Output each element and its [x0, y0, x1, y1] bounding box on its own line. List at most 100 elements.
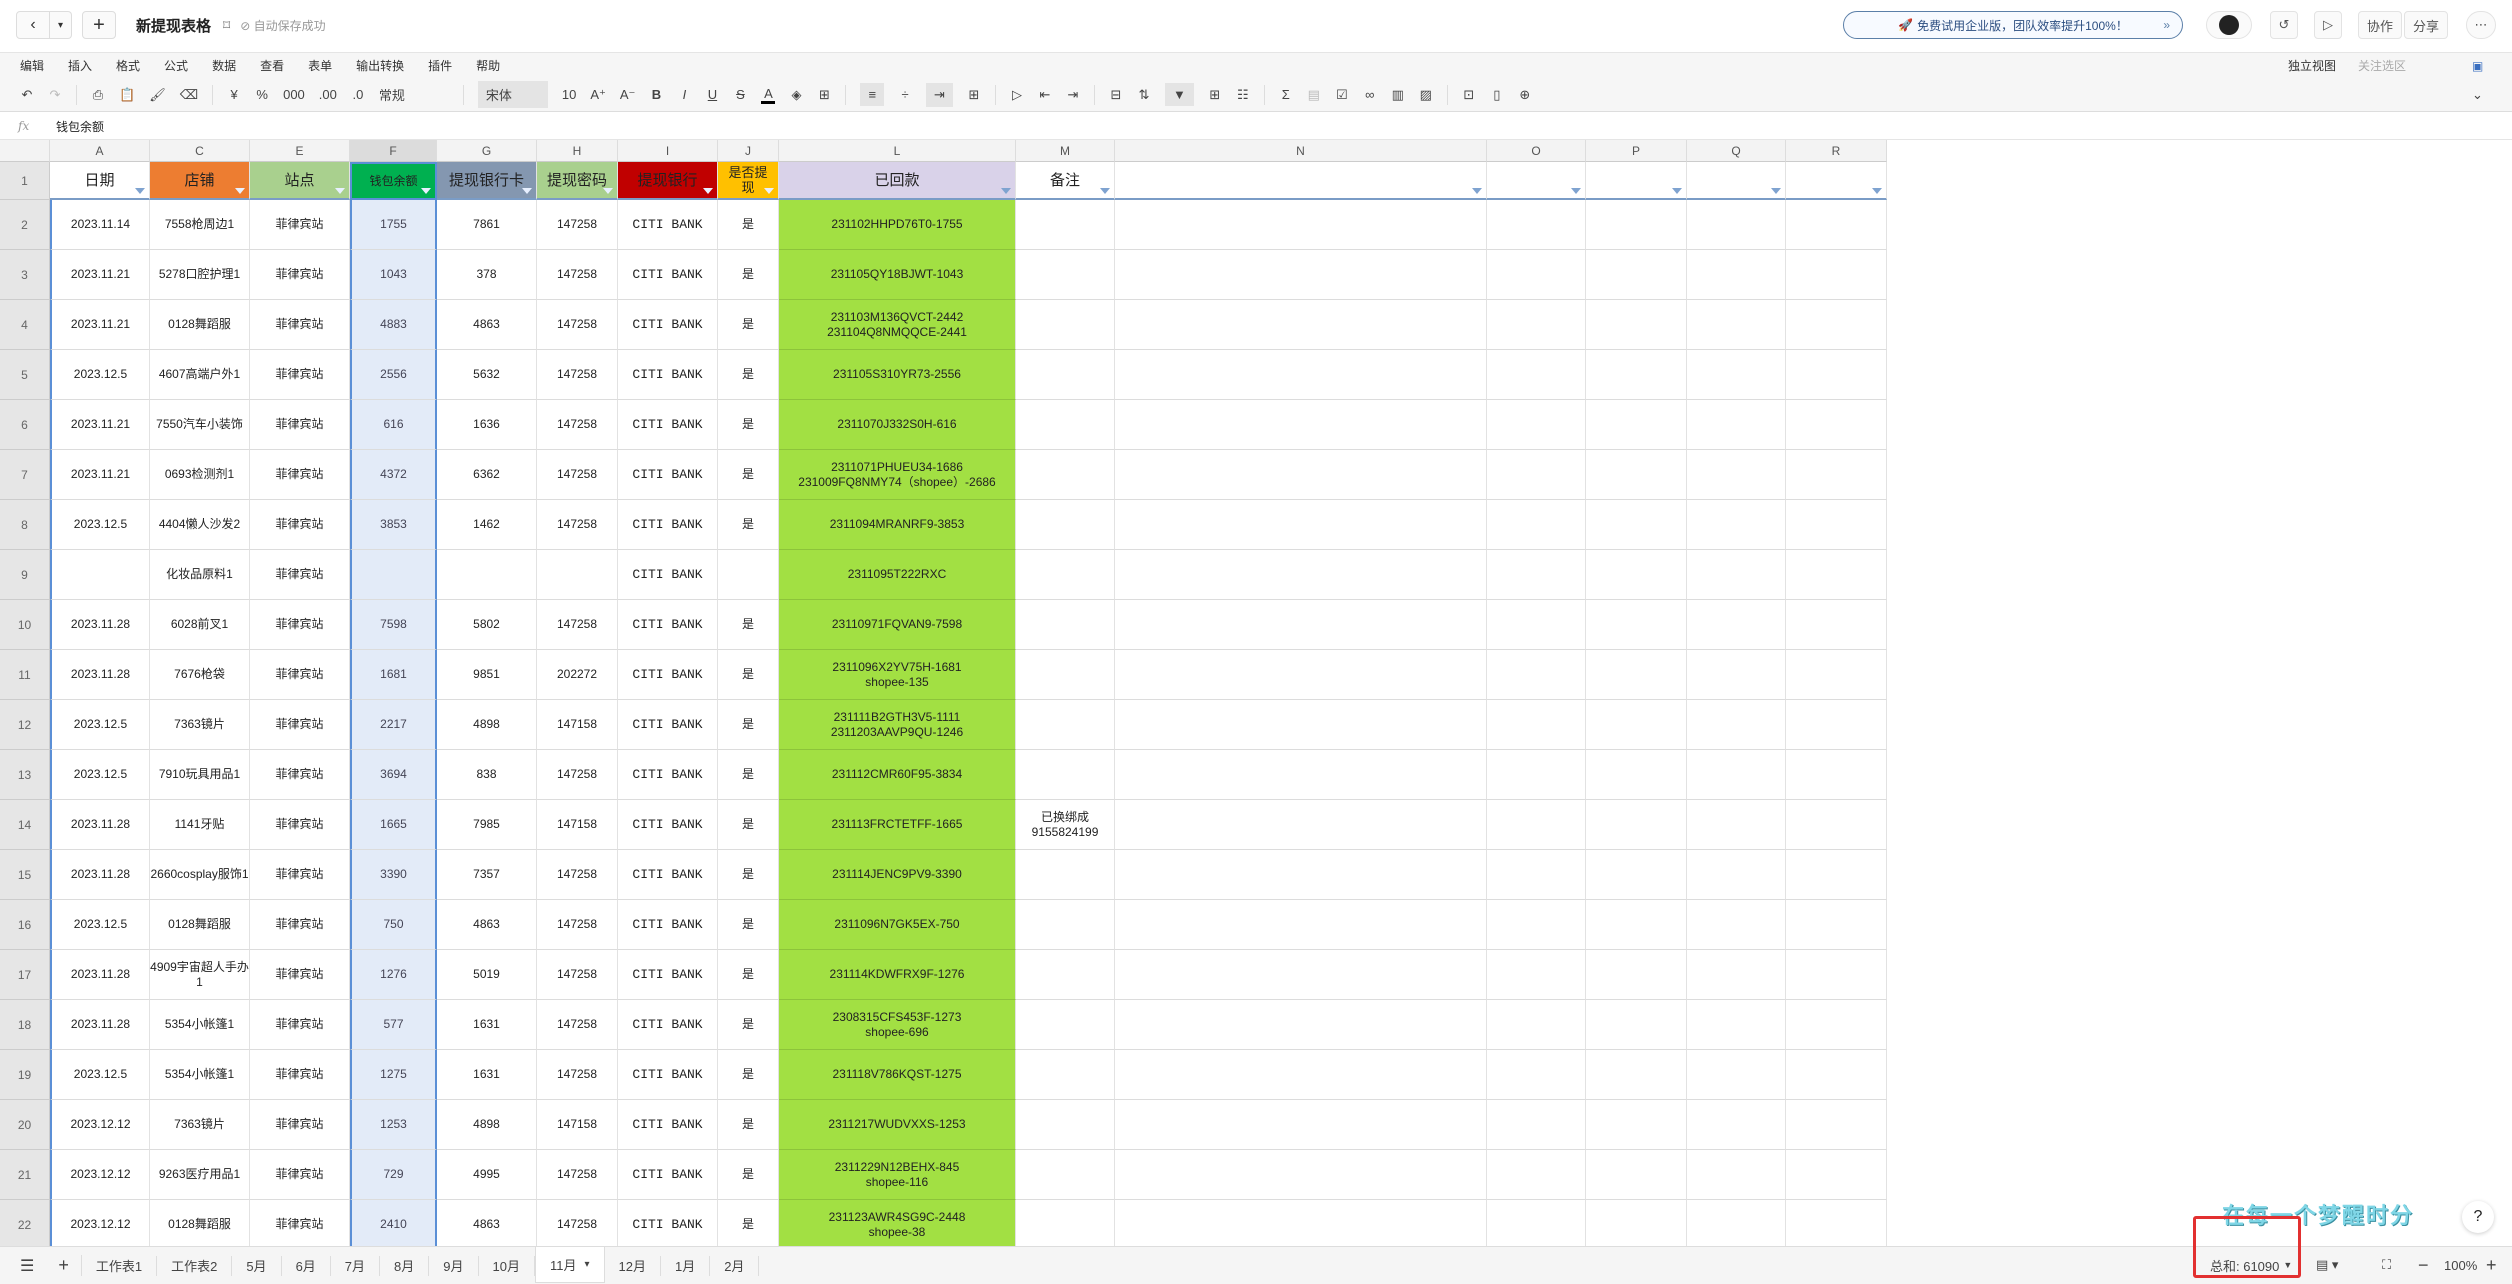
cell-l[interactable]: 231102HHPD76T0-1755 [779, 200, 1016, 250]
cell-h[interactable]: 147258 [537, 950, 618, 1000]
cell-i[interactable]: CITI BANK [618, 900, 718, 950]
cell-p[interactable] [1586, 850, 1687, 900]
save-icon[interactable]: ▯ [1490, 87, 1504, 103]
menu-item[interactable]: 公式 [164, 57, 188, 74]
cell-p[interactable] [1586, 650, 1687, 700]
cell-m[interactable] [1016, 350, 1115, 400]
cell-c[interactable]: 5278口腔护理1 [150, 250, 250, 300]
cell-o[interactable] [1487, 800, 1586, 850]
header-cell-e[interactable]: 站点 [250, 162, 350, 200]
cell-f[interactable]: 1253 [350, 1100, 437, 1150]
cell-o[interactable] [1487, 1200, 1586, 1250]
cell-m[interactable] [1016, 1150, 1115, 1200]
cell-p[interactable] [1586, 1100, 1687, 1150]
function-icon[interactable]: ▤ [1307, 87, 1321, 103]
history-dropdown-button[interactable]: ▾ [50, 11, 72, 39]
cell-q[interactable] [1687, 1050, 1786, 1100]
cell-c[interactable]: 化妆品原料1 [150, 550, 250, 600]
number-format-select[interactable]: 常规 [379, 85, 449, 104]
cell-f[interactable]: 1043 [350, 250, 437, 300]
header-cell-r[interactable] [1786, 162, 1887, 200]
cell-q[interactable] [1687, 900, 1786, 950]
cell-a[interactable]: 2023.11.21 [50, 300, 150, 350]
cell-f[interactable]: 577 [350, 1000, 437, 1050]
filter-icon[interactable] [335, 188, 345, 194]
cell-n[interactable] [1115, 1100, 1487, 1150]
cell-p[interactable] [1586, 200, 1687, 250]
cell-e[interactable]: 菲律宾站 [250, 1150, 350, 1200]
cell-p[interactable] [1586, 600, 1687, 650]
cell-m[interactable] [1016, 900, 1115, 950]
cell-p[interactable] [1586, 250, 1687, 300]
cell-f[interactable]: 1681 [350, 650, 437, 700]
cell-m[interactable]: 已换绑成 9155824199 [1016, 800, 1115, 850]
promo-banner[interactable]: 🚀 免费试用企业版，团队效率提升100%！ » [1843, 11, 2183, 39]
cell-q[interactable] [1687, 550, 1786, 600]
header-cell-o[interactable] [1487, 162, 1586, 200]
cell-j[interactable]: 是 [718, 950, 779, 1000]
cell-g[interactable]: 4898 [437, 1100, 537, 1150]
row-header[interactable]: 21 [0, 1150, 50, 1200]
cell-h[interactable]: 147258 [537, 1200, 618, 1250]
decrease-decimal-button[interactable]: .0 [351, 87, 365, 102]
cell-f[interactable]: 1275 [350, 1050, 437, 1100]
cell-q[interactable] [1687, 700, 1786, 750]
cell-p[interactable] [1586, 750, 1687, 800]
cell-n[interactable] [1115, 800, 1487, 850]
cell-o[interactable] [1487, 1000, 1586, 1050]
cell-m[interactable] [1016, 1000, 1115, 1050]
row-header[interactable]: 7 [0, 450, 50, 500]
cell-h[interactable]: 147258 [537, 200, 618, 250]
cell-o[interactable] [1487, 600, 1586, 650]
filter-icon[interactable] [1472, 188, 1482, 194]
align-icon[interactable]: ≡ [860, 83, 885, 106]
cell-m[interactable] [1016, 650, 1115, 700]
cell-c[interactable]: 7676枪袋 [150, 650, 250, 700]
cell-g[interactable]: 4863 [437, 1200, 537, 1250]
cell-j[interactable]: 是 [718, 1000, 779, 1050]
cell-j[interactable]: 是 [718, 500, 779, 550]
sheet-tab[interactable]: 12月 [605, 1255, 661, 1276]
cell-e[interactable]: 菲律宾站 [250, 450, 350, 500]
cell-h[interactable] [537, 550, 618, 600]
cell-j[interactable]: 是 [718, 800, 779, 850]
cell-h[interactable]: 202272 [537, 650, 618, 700]
cell-p[interactable] [1586, 950, 1687, 1000]
menu-item[interactable]: 插入 [68, 57, 92, 74]
checkbox-icon[interactable]: ☑ [1335, 87, 1349, 103]
sum-icon[interactable]: Σ [1279, 87, 1293, 102]
zoom-out-button[interactable]: − [2418, 1246, 2429, 1284]
vertical-align-icon[interactable]: ÷ [898, 87, 912, 102]
column-header-c[interactable]: C [150, 140, 250, 162]
increase-decimal-button[interactable]: .00 [319, 87, 337, 102]
cell-e[interactable]: 菲律宾站 [250, 250, 350, 300]
column-header-l[interactable]: L [779, 140, 1016, 162]
cell-m[interactable] [1016, 300, 1115, 350]
cell-h[interactable]: 147258 [537, 350, 618, 400]
cell-l[interactable]: 2311070J332S0H-616 [779, 400, 1016, 450]
filter-icon[interactable] [235, 188, 245, 194]
column-header-e[interactable]: E [250, 140, 350, 162]
cell-i[interactable]: CITI BANK [618, 250, 718, 300]
filter-icon[interactable] [1100, 188, 1110, 194]
cell-c[interactable]: 4404懒人沙发2 [150, 500, 250, 550]
cell-e[interactable]: 菲律宾站 [250, 1200, 350, 1250]
cell-q[interactable] [1687, 400, 1786, 450]
cell-l[interactable]: 2311229N12BEHX-845 shopee-116 [779, 1150, 1016, 1200]
cell-j[interactable]: 是 [718, 750, 779, 800]
cell-e[interactable]: 菲律宾站 [250, 600, 350, 650]
cell-o[interactable] [1487, 200, 1586, 250]
cell-g[interactable]: 838 [437, 750, 537, 800]
filter-icon[interactable] [522, 188, 532, 194]
cell-g[interactable]: 1636 [437, 400, 537, 450]
new-button[interactable]: + [82, 11, 116, 39]
cell-a[interactable]: 2023.11.14 [50, 200, 150, 250]
cell-m[interactable] [1016, 1050, 1115, 1100]
row-header[interactable]: 10 [0, 600, 50, 650]
freeze-icon[interactable]: ⊟ [1109, 87, 1123, 103]
cell-f[interactable]: 3390 [350, 850, 437, 900]
cell-g[interactable]: 7357 [437, 850, 537, 900]
cell-n[interactable] [1115, 250, 1487, 300]
cell-c[interactable]: 2660cosplay服饰1 [150, 850, 250, 900]
cell-q[interactable] [1687, 450, 1786, 500]
